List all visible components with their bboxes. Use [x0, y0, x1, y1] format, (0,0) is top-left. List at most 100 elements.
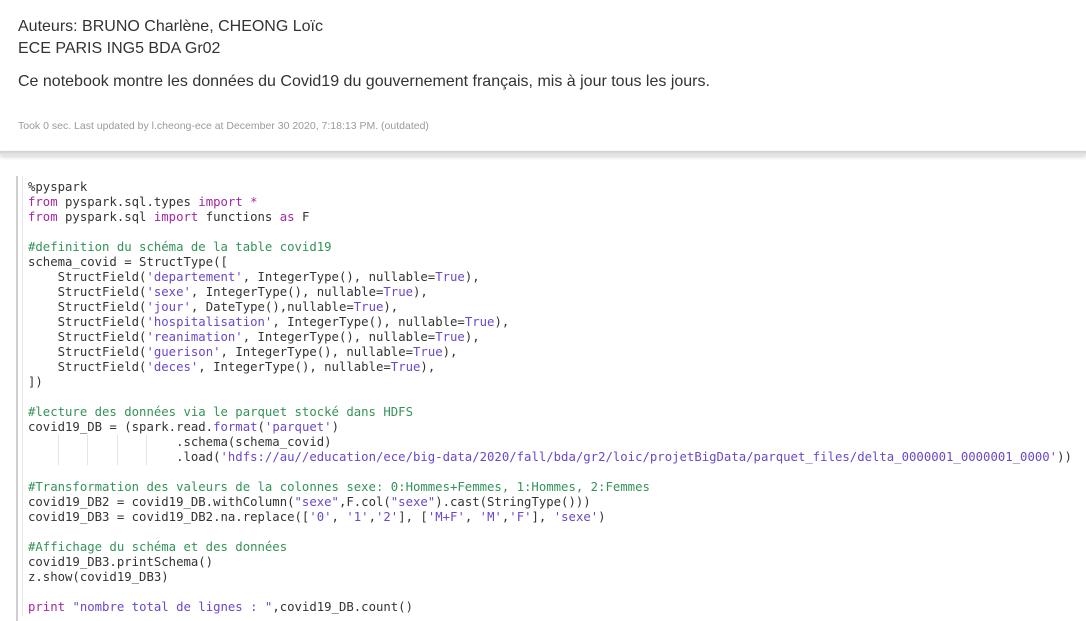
code-token-plain: , [331, 510, 347, 524]
code-token-magic: %pyspark [28, 180, 88, 194]
code-token-plain: covid19_DB2 = covid19_DB.withColumn( [28, 495, 295, 509]
code-token-str: 'M' [479, 510, 502, 524]
code-token-plain: , IntegerType(), nullable= [198, 360, 391, 374]
code-token-plain: ), [464, 270, 480, 284]
code-token-plain: StructField( [28, 315, 147, 329]
code-token-plain: ), [464, 330, 480, 344]
code-token-plain: z.show(covid19_DB3) [28, 570, 169, 584]
code-token-plain: , IntegerType(), nullable= [242, 330, 436, 344]
paragraph-divider [0, 151, 1086, 155]
code-token-plain: ) [598, 510, 606, 524]
code-token-str: 'M+F' [427, 510, 465, 524]
authors-line: Auteurs: BRUNO Charlène, CHEONG Loïc [18, 18, 323, 35]
code-token-plain: ( [257, 420, 265, 434]
code-token-plain: ,covid19_DB.count() [272, 600, 413, 614]
code-line: from pyspark.sql.types import * [28, 195, 1072, 210]
code-token-plain: ), [442, 345, 458, 359]
code-token-kw: from [28, 210, 58, 224]
code-token-plain: StructField( [28, 300, 147, 314]
code-token-plain: StructField( [28, 360, 147, 374]
code-line: .schema(schema_covid) [28, 435, 1072, 450]
class-line: ECE PARIS ING5 BDA Gr02 [18, 40, 221, 57]
code-line: print "nombre total de lignes : ",covid1… [28, 600, 1072, 615]
code-token-str: 'departement' [146, 270, 243, 284]
code-line: StructField('jour', DateType(),nullable=… [28, 300, 1072, 315]
code-token-str: '0' [309, 510, 332, 524]
code-token-plain: ), [420, 360, 436, 374]
code-token-plain: .schema(schema_covid) [28, 435, 332, 449]
code-token-kw: from [28, 195, 58, 209]
indent-guide [116, 435, 118, 465]
code-token-com: #Affichage du schéma et des données [28, 540, 288, 554]
code-token-str: True [435, 270, 465, 284]
code-token-str: 'guerison' [146, 345, 221, 359]
code-token-plain: ), [413, 285, 428, 299]
code-token-str: "nombre total de lignes : " [72, 600, 273, 614]
code-line: StructField('deces', IntegerType(), null… [28, 360, 1072, 375]
code-line: StructField('hospitalisation', IntegerTy… [28, 315, 1072, 330]
code-token-str: '1' [346, 510, 369, 524]
code-line: #Transformation des valeurs de la colonn… [28, 480, 1072, 495]
code-token-plain: StructField( [28, 285, 147, 299]
code-token-com: #lecture des données via le parquet stoc… [28, 405, 413, 419]
code-token-str: 'parquet' [264, 420, 332, 434]
code-token-str: True [464, 315, 495, 329]
code-editor[interactable]: %pyspark from pyspark.sql.types import * f… [28, 180, 1072, 615]
code-line: #definition du schéma de la table covid1… [28, 240, 1072, 255]
code-line: StructField('reanimation', IntegerType()… [28, 330, 1072, 345]
code-line: ]) [28, 375, 1072, 390]
code-token-str: 'hospitalisation' [146, 315, 273, 329]
code-line: covid19_DB = (spark.read.format('parquet… [28, 420, 1072, 435]
code-token-plain: pyspark.sql.types [57, 195, 199, 209]
code-token-str: 'sexe' [146, 285, 191, 299]
code-token-plain: F [294, 210, 310, 224]
code-token-str: "sexe" [390, 495, 436, 509]
code-token-com: #Transformation des valeurs de la colonn… [28, 480, 650, 494]
code-token-plain: , IntegerType(), nullable= [272, 315, 465, 329]
code-token-plain: covid19_DB = (spark.read. [28, 420, 214, 434]
code-token-str: 'hdfs://au//education/ece/big-data/2020/… [220, 450, 1058, 464]
code-token-str: True [353, 300, 384, 314]
code-line: StructField('departement', IntegerType()… [28, 270, 1072, 285]
code-token-str: format [213, 420, 258, 434]
indent-guide [57, 435, 59, 465]
code-token-plain: , IntegerType(), nullable= [242, 270, 436, 284]
code-line: #Affichage du schéma et des données [28, 540, 1072, 555]
code-token-str: '2' [375, 510, 399, 524]
code-token-plain: , DateType(),nullable= [190, 300, 354, 314]
code-token-str: True [435, 330, 465, 344]
code-token-plain: covid19_DB3 = covid19_DB2.na.replace([ [28, 510, 310, 524]
code-token-plain: StructField( [28, 330, 147, 344]
code-token-plain: ), [494, 315, 510, 329]
code-paragraph[interactable]: %pyspark from pyspark.sql.types import * f… [16, 176, 1084, 621]
code-line: .load('hdfs://au//education/ece/big-data… [28, 450, 1072, 465]
code-token-plain: schema_covid = StructType([ [28, 255, 228, 269]
code-line: StructField('guerison', IntegerType(), n… [28, 345, 1072, 360]
code-line: from pyspark.sql import functions as F [28, 210, 1072, 225]
code-line: StructField('sexe', IntegerType(), nulla… [28, 285, 1072, 300]
code-token-plain: ]) [28, 375, 43, 389]
code-token-kw: print [28, 600, 66, 614]
code-token-plain: ], [ [398, 510, 428, 524]
code-token-str: 'deces' [146, 360, 199, 374]
indent-guide [146, 435, 147, 465]
code-token-kw: import [198, 195, 243, 209]
code-token-plain: , [368, 510, 376, 524]
code-token-plain: functions [198, 210, 280, 224]
code-token-plain: ], [531, 510, 554, 524]
code-token-kw: * [250, 195, 258, 209]
code-token-plain: covid19_DB3.printSchema() [28, 555, 214, 569]
code-token-str: "sexe" [294, 495, 339, 509]
code-token-plain: ), [383, 300, 399, 314]
code-token-str: True [383, 285, 414, 299]
code-line: covid19_DB3.printSchema() [28, 555, 1072, 570]
paragraph-status-text: Took 0 sec. Last updated by l.cheong-ece… [18, 120, 429, 132]
code-token-plain: , [464, 510, 480, 524]
editor-gutter [22, 176, 27, 616]
